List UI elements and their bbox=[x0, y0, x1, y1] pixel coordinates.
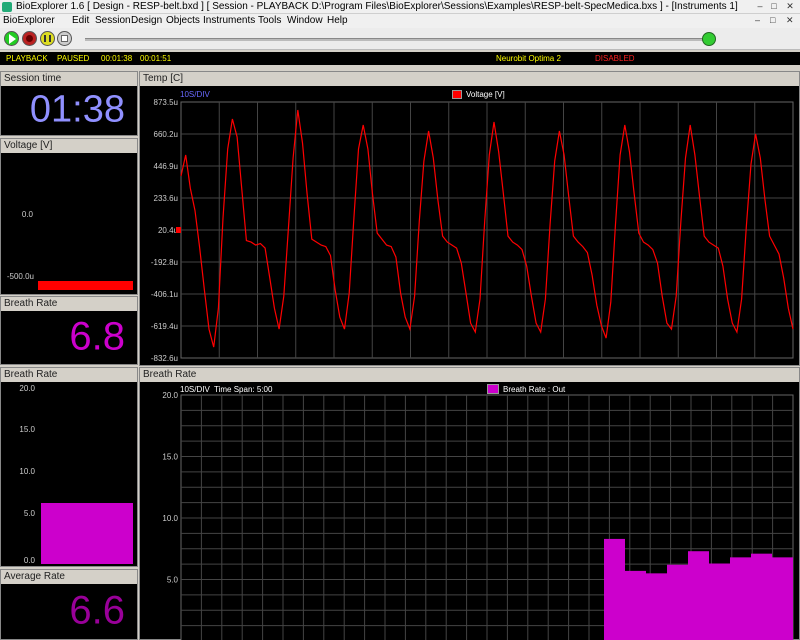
temp-div-label: 10S/DIV bbox=[180, 90, 210, 99]
temp-y-tick-label: -832.6u bbox=[151, 354, 178, 363]
minimize-button[interactable]: – bbox=[754, 1, 766, 12]
breath-rate-tick-3: 5.0 bbox=[23, 509, 35, 518]
menu-help[interactable]: Help bbox=[327, 15, 348, 26]
menu-instruments[interactable]: Instruments bbox=[203, 15, 255, 26]
average-rate-title: Average Rate bbox=[1, 570, 137, 584]
breath-chart-area: 20.0 15.0 10.0 5.0 10S/DIV Time Span: 5:00 … bbox=[143, 384, 796, 640]
maximize-button[interactable]: □ bbox=[768, 1, 780, 12]
breath-rate-tick-2: 10.0 bbox=[19, 467, 35, 476]
average-rate-panel: Average Rate 6.6 bbox=[0, 569, 138, 640]
breath-bar bbox=[604, 538, 625, 640]
status-mode: PLAYBACK bbox=[6, 54, 48, 63]
temp-chart-panel: Temp [C] 873.5u 660.2u 446.9u 233.6u 20.4u -1… bbox=[139, 71, 800, 366]
status-elapsed: 00:01:38 bbox=[101, 54, 133, 63]
temp-y-tick-label: 233.6u bbox=[154, 194, 178, 203]
breath-chart-panel: Breath Rate 20.0 15.0 10.0 5.0 10S/DIV Time… bbox=[139, 367, 800, 640]
breath-rate-value: 6.8 bbox=[69, 314, 125, 358]
breath-bar bbox=[667, 564, 688, 640]
breath-bar bbox=[646, 573, 667, 640]
breath-y-tick-label: 10.0 bbox=[162, 514, 178, 523]
doc-close-button[interactable]: ✕ bbox=[786, 15, 794, 26]
breath-div-label: 10S/DIV bbox=[180, 385, 210, 394]
app-icon bbox=[2, 2, 12, 12]
session-time-value: 01:38 bbox=[29, 88, 125, 130]
menu-bar: BioExplorer Edit Session Design Objects … bbox=[0, 14, 800, 28]
doc-maximize-button[interactable]: □ bbox=[770, 15, 775, 25]
temp-chart-title: Temp [C] bbox=[140, 72, 799, 86]
breath-chart-svg: 20.0 15.0 10.0 5.0 bbox=[162, 391, 794, 640]
menu-edit[interactable]: Edit bbox=[72, 15, 89, 26]
voltage-title: Voltage [V] bbox=[1, 139, 137, 153]
menu-bioexplorer[interactable]: BioExplorer bbox=[3, 15, 55, 26]
temp-y-tick-label: 660.2u bbox=[154, 130, 178, 139]
voltage-tick-0: 0.0 bbox=[21, 210, 33, 219]
temp-level-marker bbox=[176, 227, 181, 234]
temp-chart-area: 873.5u 660.2u 446.9u 233.6u 20.4u -192.8u -406… bbox=[143, 88, 796, 363]
stop-icon[interactable] bbox=[57, 31, 72, 46]
temp-legend-label: Voltage [V] bbox=[466, 90, 505, 99]
status-device: Neurobit Optima 2 bbox=[496, 54, 561, 63]
breath-legend-swatch bbox=[487, 384, 499, 394]
breath-bar bbox=[688, 551, 709, 640]
breath-y-tick-label: 20.0 bbox=[162, 391, 178, 400]
breath-bar bbox=[730, 557, 751, 640]
temp-y-tick-label: -406.1u bbox=[151, 290, 178, 299]
average-rate-value: 6.6 bbox=[69, 588, 125, 632]
temp-chart-svg: 873.5u 660.2u 446.9u 233.6u 20.4u -192.8u -406… bbox=[151, 98, 794, 363]
voltage-level-fill bbox=[38, 280, 133, 290]
menu-design[interactable]: Design bbox=[131, 15, 162, 26]
close-button[interactable]: ✕ bbox=[784, 1, 796, 12]
breath-rate-title: Breath Rate bbox=[1, 297, 137, 311]
breath-rate-display: 6.8 bbox=[5, 313, 133, 360]
breath-bar bbox=[625, 570, 646, 640]
breath-rate-bar-panel: Breath Rate 20.0 15.0 10.0 5.0 0.0 bbox=[0, 367, 138, 567]
voltage-gauge bbox=[38, 155, 133, 290]
menu-session[interactable]: Session bbox=[95, 15, 131, 26]
temp-legend-swatch bbox=[452, 90, 462, 99]
breath-bar bbox=[709, 563, 730, 640]
status-device-state: DISABLED bbox=[595, 54, 635, 63]
breath-bar bbox=[751, 553, 772, 640]
toolbar bbox=[0, 28, 800, 50]
breath-rate-panel: Breath Rate 6.8 bbox=[0, 296, 138, 365]
breath-rate-gauge bbox=[41, 386, 133, 564]
record-icon[interactable] bbox=[22, 31, 37, 46]
status-state: PAUSED bbox=[57, 54, 90, 63]
menu-window[interactable]: Window bbox=[287, 15, 323, 26]
breath-rate-level-fill bbox=[41, 503, 133, 564]
temp-y-tick-label: -619.4u bbox=[151, 322, 178, 331]
playback-slider-track[interactable] bbox=[85, 38, 709, 41]
voltage-tick-1: -500.0u bbox=[6, 272, 34, 281]
play-icon[interactable] bbox=[4, 31, 19, 46]
status-total: 00:01:51 bbox=[140, 54, 172, 63]
pause-icon[interactable] bbox=[40, 31, 55, 46]
title-bar: BioExplorer 1.6 [ Design - RESP-belt.bxd… bbox=[0, 0, 800, 14]
voltage-panel: Voltage [V] 0.0 -500.0u bbox=[0, 138, 138, 295]
breath-rate-tick-4: 0.0 bbox=[23, 556, 35, 565]
session-time-title: Session time bbox=[1, 72, 137, 86]
menu-tools[interactable]: Tools bbox=[258, 15, 281, 26]
status-bar: PLAYBACK PAUSED 00:01:38 00:01:51 Neurob… bbox=[0, 52, 800, 65]
doc-minimize-button[interactable]: – bbox=[755, 15, 760, 25]
playback-slider-handle[interactable] bbox=[702, 32, 716, 46]
temp-y-tick-label: 446.9u bbox=[154, 162, 178, 171]
breath-y-tick-label: 15.0 bbox=[162, 453, 178, 462]
breath-rate-tick-1: 15.0 bbox=[19, 425, 35, 434]
breath-chart-title: Breath Rate bbox=[140, 368, 799, 382]
breath-rate-tick-0: 20.0 bbox=[19, 384, 35, 393]
session-time-display: 01:38 bbox=[5, 88, 133, 131]
breath-rate-bar-title: Breath Rate bbox=[1, 368, 137, 382]
window-title: BioExplorer 1.6 [ Design - RESP-belt.bxd… bbox=[16, 1, 738, 12]
breath-span-label: Time Span: 5:00 bbox=[214, 385, 273, 394]
temp-y-tick-label: 20.4u bbox=[158, 226, 178, 235]
breath-y-tick-label: 5.0 bbox=[167, 576, 179, 585]
average-rate-display: 6.6 bbox=[5, 586, 133, 635]
breath-bar bbox=[772, 557, 793, 640]
session-time-panel: Session time 01:38 bbox=[0, 71, 138, 136]
breath-legend-label: Breath Rate : Out bbox=[503, 385, 566, 394]
temp-y-tick-label: -192.8u bbox=[151, 258, 178, 267]
temp-y-tick-label: 873.5u bbox=[154, 98, 178, 107]
menu-objects[interactable]: Objects bbox=[166, 15, 200, 26]
